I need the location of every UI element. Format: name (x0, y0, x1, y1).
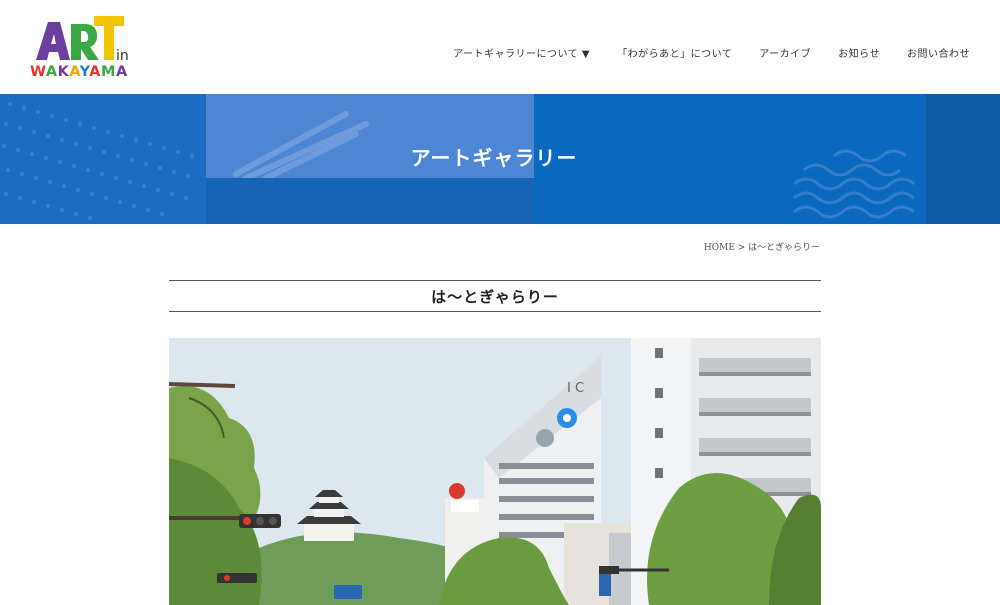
breadcrumb: HOME > は〜とぎゃらりー (704, 240, 820, 253)
breadcrumb-separator: > (734, 243, 749, 253)
nav-about-wagaraato[interactable]: 「わがらあと」について (617, 45, 732, 60)
ic-sign: I C (567, 381, 584, 396)
nav-about-gallery[interactable]: アートギャラリーについて ▼ (453, 45, 590, 60)
nav-news[interactable]: お知らせ (838, 45, 880, 60)
logo-in-text: in (116, 48, 129, 64)
breadcrumb-current: は〜とぎゃらりー (748, 243, 820, 253)
page-title: は〜とぎゃらりー (431, 287, 559, 306)
svg-text:WAKAYAMA: WAKAYAMA (30, 64, 128, 80)
main-nav: アートギャラリーについて ▼ 「わがらあと」について アーカイブ お知らせ お問… (453, 45, 970, 60)
hero-banner: アートギャラリー (0, 94, 1000, 224)
hero-title: アートギャラリー (410, 146, 578, 170)
site-header: in WAKAYAMA アートギャラリーについて ▼ 「わがらあと」について ア… (0, 0, 1000, 94)
gallery-photo: I C (169, 338, 821, 605)
nav-contact[interactable]: お問い合わせ (907, 45, 970, 60)
page-title-block: は〜とぎゃらりー (169, 280, 821, 312)
breadcrumb-home[interactable]: HOME (704, 243, 735, 253)
nav-archive[interactable]: アーカイブ (759, 45, 811, 60)
site-logo[interactable]: in WAKAYAMA (28, 12, 138, 82)
